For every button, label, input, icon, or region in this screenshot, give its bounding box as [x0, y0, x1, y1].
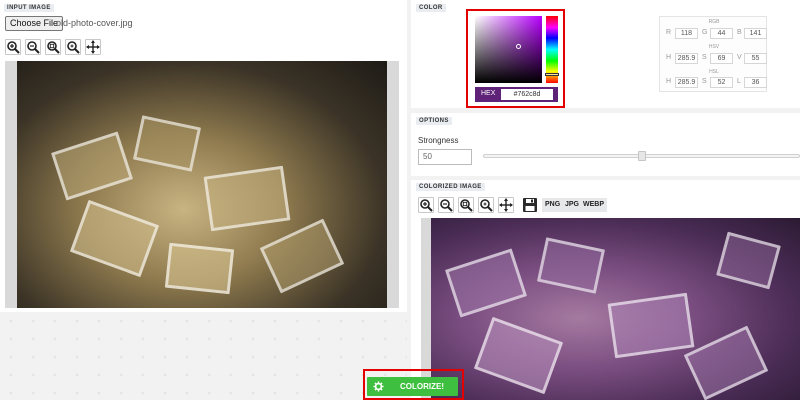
zoom-in-button[interactable] — [418, 197, 434, 213]
zoom-out-button[interactable] — [25, 39, 41, 55]
hsl-h-field[interactable]: 285.9 — [675, 77, 698, 88]
rgb-r-field[interactable]: 118 — [675, 28, 698, 39]
gear-icon — [373, 381, 384, 392]
options-label: OPTIONS — [416, 117, 452, 125]
rgb-g-label: G — [702, 29, 708, 36]
rgb-r-label: R — [666, 29, 672, 36]
photo-card — [50, 131, 134, 201]
zoom-in-icon — [420, 199, 433, 212]
photo-card — [473, 316, 564, 395]
strongness-slider-handle[interactable] — [638, 151, 646, 161]
hsv-s-label: S — [702, 54, 707, 61]
output-panel: COLORIZED IMAGE PNG JPG WEBP — [411, 180, 800, 400]
photo-card — [607, 292, 695, 359]
options-panel: OPTIONS Strongness 50 — [411, 113, 800, 176]
rgb-b-field[interactable]: 141 — [744, 28, 767, 39]
move-icon — [499, 198, 513, 212]
file-name: old-photo-cover.jpg — [56, 18, 133, 28]
hsl-h-label: H — [666, 78, 672, 85]
rgb-title: RGB — [708, 19, 720, 25]
zoom-reset-button[interactable] — [478, 197, 494, 213]
color-values: RGB R 118 G 44 B 141 HSV H 285.9 S 69 V … — [659, 16, 767, 92]
zoom-fit-button[interactable] — [458, 197, 474, 213]
photo-card — [259, 218, 345, 294]
photo-card — [716, 231, 781, 290]
hsl-l-field[interactable]: 36 — [744, 77, 767, 88]
png-button[interactable]: PNG — [542, 198, 564, 212]
move-icon — [86, 40, 100, 54]
zoom-in-button[interactable] — [5, 39, 21, 55]
input-image-frame — [5, 61, 399, 308]
colorize-label: COLORIZE! — [400, 382, 444, 391]
zoom-out-icon — [440, 199, 453, 212]
rgb-g-field[interactable]: 44 — [710, 28, 733, 39]
input-image[interactable] — [17, 61, 387, 308]
save-button[interactable] — [522, 197, 538, 213]
photo-card — [164, 242, 235, 295]
hsl-l-label: L — [737, 78, 741, 85]
colorized-image[interactable] — [431, 218, 800, 400]
zoom-fit-button[interactable] — [45, 39, 61, 55]
input-panel: INPUT IMAGE Choose File old-photo-cover.… — [0, 0, 407, 312]
strongness-input[interactable]: 50 — [418, 149, 472, 165]
strongness-label: Strongness — [418, 136, 459, 145]
colorized-image-frame — [421, 218, 800, 400]
zoom-reset-icon — [480, 199, 493, 212]
hsl-title: HSL — [709, 69, 719, 75]
colorize-button[interactable]: COLORIZE! — [367, 377, 458, 396]
hsv-h-field[interactable]: 285.9 — [675, 53, 698, 64]
zoom-fit-icon — [47, 41, 60, 54]
webp-button[interactable]: WEBP — [580, 198, 607, 212]
save-icon — [523, 198, 537, 212]
photo-card — [132, 115, 202, 172]
zoom-in-icon — [7, 41, 20, 54]
photo-card — [444, 248, 528, 318]
color-label: COLOR — [416, 4, 446, 12]
photo-card — [683, 325, 769, 400]
jpg-button[interactable]: JPG — [562, 198, 583, 212]
background-pattern — [0, 312, 407, 400]
hsv-title: HSV — [708, 44, 720, 50]
zoom-reset-button[interactable] — [65, 39, 81, 55]
rgb-b-label: B — [737, 29, 742, 36]
zoom-fit-icon — [460, 199, 473, 212]
move-button[interactable] — [498, 197, 514, 213]
color-picker-highlight — [466, 9, 565, 108]
hsv-s-field[interactable]: 69 — [710, 53, 733, 64]
strongness-slider-track[interactable] — [483, 151, 800, 161]
photo-card — [69, 199, 160, 278]
hsl-s-field[interactable]: 52 — [710, 77, 733, 88]
color-panel: COLOR HEX #762c8d RGB R 118 G 44 B 141 H… — [411, 0, 800, 108]
colorized-image-label: COLORIZED IMAGE — [416, 183, 485, 191]
zoom-reset-icon — [67, 41, 80, 54]
hsv-h-label: H — [666, 54, 672, 61]
photo-card — [203, 165, 291, 232]
choose-file-button[interactable]: Choose File — [5, 16, 64, 31]
hsv-v-field[interactable]: 55 — [744, 53, 767, 64]
input-image-label: INPUT IMAGE — [4, 4, 54, 12]
photo-card — [536, 237, 606, 294]
hsl-s-label: S — [702, 78, 707, 85]
zoom-out-button[interactable] — [438, 197, 454, 213]
hsv-v-label: V — [737, 54, 742, 61]
move-button[interactable] — [85, 39, 101, 55]
zoom-out-icon — [27, 41, 40, 54]
